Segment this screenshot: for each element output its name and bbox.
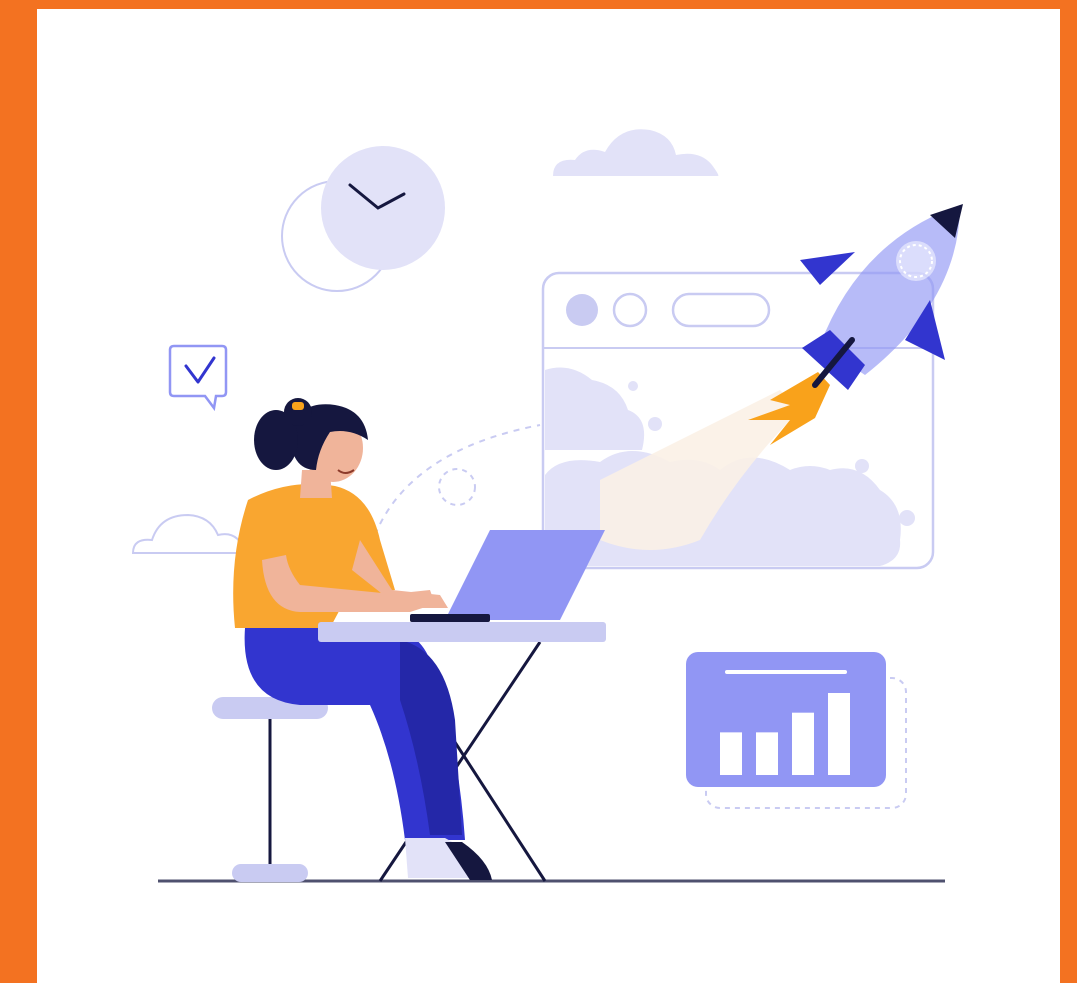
launch-illustration (0, 0, 1077, 983)
bar-chart-icon (686, 652, 907, 809)
browser-dot-filled (566, 294, 598, 326)
rocket-window (896, 241, 936, 281)
chart-bar (792, 712, 814, 775)
stool-base (232, 864, 308, 882)
laptop-keyboard (410, 614, 490, 622)
smoke-puff-4 (899, 510, 915, 526)
table-top (318, 622, 606, 642)
woman-hair-tie (292, 402, 304, 410)
chart-bar (756, 732, 778, 775)
chart-bar (828, 693, 850, 775)
smoke-puff-3 (855, 459, 869, 473)
orange-frame (0, 0, 1077, 983)
smoke-puff-2 (628, 381, 638, 391)
clock-face (321, 146, 445, 270)
smoke-puff-1 (648, 417, 662, 431)
chart-bar (720, 732, 742, 775)
